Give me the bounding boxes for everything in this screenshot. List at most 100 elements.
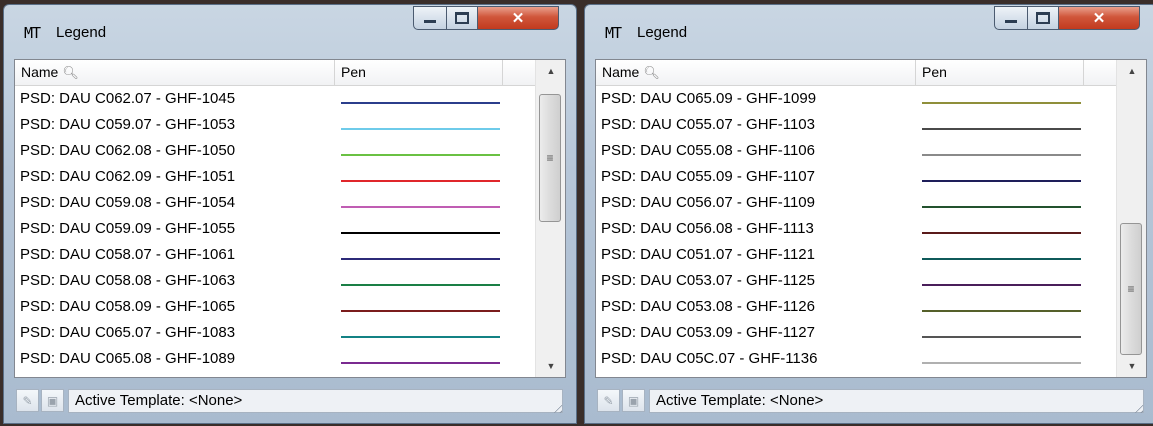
pen-line-swatch [922,258,1081,260]
pen-line-swatch [922,310,1081,312]
save-button[interactable]: ▣ [41,389,64,412]
grip-lines-icon: ≡ [546,151,554,165]
magnifier-icon[interactable]: 🔍︎ [62,60,79,85]
list-item[interactable]: PSD: DAU C065.07 - GHF-1083 [15,321,535,347]
list-item[interactable]: PSD: DAU C062.09 - GHF-1051 [15,165,535,191]
list-item[interactable]: PSD: DAU C059.08 - GHF-1054 [15,191,535,217]
pen-line-swatch [341,102,500,104]
maximize-icon [1036,12,1050,24]
pen-line-swatch [922,180,1081,182]
scroll-thumb[interactable]: ≡ [1120,223,1142,355]
window-title: Legend [56,24,107,41]
list-item[interactable]: PSD: DAU C055.07 - GHF-1103 [596,113,1116,139]
scroll-up-arrow-icon[interactable]: ▲ [1117,60,1146,82]
scroll-down-arrow-icon[interactable]: ▼ [536,355,565,377]
series-name: PSD: DAU C056.07 - GHF-1109 [601,194,815,211]
pen-line-swatch [922,362,1081,364]
minimize-icon [1005,20,1017,23]
series-name: PSD: DAU C05C.07 - GHF-1136 [601,350,818,367]
active-template-status: Active Template: <None> [68,389,563,413]
list-item[interactable]: PSD: DAU C058.09 - GHF-1065 [15,295,535,321]
series-name: PSD: DAU C059.08 - GHF-1054 [20,194,236,211]
list-item[interactable]: PSD: DAU C065.08 - GHF-1089 [15,347,535,373]
status-bar: ✎ ▣ Active Template: <None> [14,386,566,416]
minimize-button[interactable] [994,6,1028,30]
scroll-up-arrow-icon[interactable]: ▲ [536,60,565,82]
series-name: PSD: DAU C059.07 - GHF-1053 [20,116,236,133]
save-icon: ▣ [627,393,640,408]
list-item[interactable]: PSD: DAU C065.09 - GHF-1099 [596,87,1116,113]
maximize-button[interactable] [446,6,478,30]
series-name: PSD: DAU C065.09 - GHF-1099 [601,90,817,107]
list-item[interactable]: PSD: DAU C051.07 - GHF-1121 [596,243,1116,269]
scroll-down-arrow-icon[interactable]: ▼ [1117,355,1146,377]
series-name: PSD: DAU C065.07 - GHF-1083 [20,324,236,341]
app-logo: MT [605,24,622,42]
close-icon: ✕ [511,10,525,27]
series-name: PSD: DAU C053.08 - GHF-1126 [601,298,815,315]
column-header-pen[interactable]: Pen [335,60,503,85]
magnifier-icon[interactable]: 🔍︎ [643,60,660,85]
pen-line-swatch [341,284,500,286]
list-item[interactable]: PSD: DAU C056.07 - GHF-1109 [596,191,1116,217]
minimize-button[interactable] [413,6,447,30]
template-icon: ✎ [22,393,33,408]
pen-line-swatch [922,284,1081,286]
maximize-button[interactable] [1027,6,1059,30]
pen-line-swatch [341,206,500,208]
column-header-name-label: Name [602,64,640,80]
list-item[interactable]: PSD: DAU C062.07 - GHF-1045 [15,87,535,113]
list-item[interactable]: PSD: DAU C055.08 - GHF-1106 [596,139,1116,165]
vertical-scrollbar[interactable]: ▲ ≡ ▼ [1116,60,1146,377]
series-name: PSD: DAU C059.09 - GHF-1055 [20,220,236,237]
column-header-name[interactable]: Name 🔍︎ [15,60,335,85]
list-item[interactable]: PSD: DAU C053.09 - GHF-1127 [596,321,1116,347]
scroll-thumb[interactable]: ≡ [539,94,561,222]
column-header-filler [1084,60,1116,85]
column-header-pen[interactable]: Pen [916,60,1084,85]
active-template-status: Active Template: <None> [649,389,1144,413]
list-item[interactable]: PSD: DAU C058.07 - GHF-1061 [15,243,535,269]
series-name: PSD: DAU C053.09 - GHF-1127 [601,324,815,341]
pen-line-swatch [341,310,500,312]
maximize-icon [455,12,469,24]
pen-line-swatch [341,336,500,338]
column-header-name[interactable]: Name 🔍︎ [596,60,916,85]
save-button[interactable]: ▣ [622,389,645,412]
close-button[interactable]: ✕ [1058,6,1140,30]
title-bar[interactable]: MT Legend ✕ [4,5,576,59]
pen-line-swatch [341,362,500,364]
template-button[interactable]: ✎ [16,389,39,412]
list-item[interactable]: PSD: DAU C062.08 - GHF-1050 [15,139,535,165]
minimize-icon [424,20,436,23]
pen-line-swatch [341,154,500,156]
pen-line-swatch [341,258,500,260]
pen-line-swatch [341,180,500,182]
template-icon: ✎ [603,393,614,408]
series-name: PSD: DAU C058.07 - GHF-1061 [20,246,236,263]
series-name: PSD: DAU C053.07 - GHF-1125 [601,272,815,289]
pen-line-swatch [922,154,1081,156]
app-logo: MT [24,24,41,42]
vertical-scrollbar[interactable]: ▲ ≡ ▼ [535,60,565,377]
series-name: PSD: DAU C055.09 - GHF-1107 [601,168,815,185]
close-icon: ✕ [1092,10,1106,27]
list-item[interactable]: PSD: DAU C053.08 - GHF-1126 [596,295,1116,321]
legend-rows: PSD: DAU C065.09 - GHF-1099 PSD: DAU C055… [596,87,1116,373]
list-item[interactable]: PSD: DAU C05C.07 - GHF-1136 [596,347,1116,373]
template-button[interactable]: ✎ [597,389,620,412]
list-item[interactable]: PSD: DAU C053.07 - GHF-1125 [596,269,1116,295]
window-title: Legend [637,24,688,41]
title-bar[interactable]: MT Legend ✕ [585,5,1153,59]
series-name: PSD: DAU C051.07 - GHF-1121 [601,246,815,263]
list-item[interactable]: PSD: DAU C059.07 - GHF-1053 [15,113,535,139]
close-button[interactable]: ✕ [477,6,559,30]
list-item[interactable]: PSD: DAU C059.09 - GHF-1055 [15,217,535,243]
series-name: PSD: DAU C058.08 - GHF-1063 [20,272,236,289]
pen-line-swatch [922,206,1081,208]
list-item[interactable]: PSD: DAU C056.08 - GHF-1113 [596,217,1116,243]
series-name: PSD: DAU C062.07 - GHF-1045 [20,90,236,107]
list-item[interactable]: PSD: DAU C058.08 - GHF-1063 [15,269,535,295]
list-item[interactable]: PSD: DAU C055.09 - GHF-1107 [596,165,1116,191]
column-header-pen-label: Pen [341,64,366,80]
